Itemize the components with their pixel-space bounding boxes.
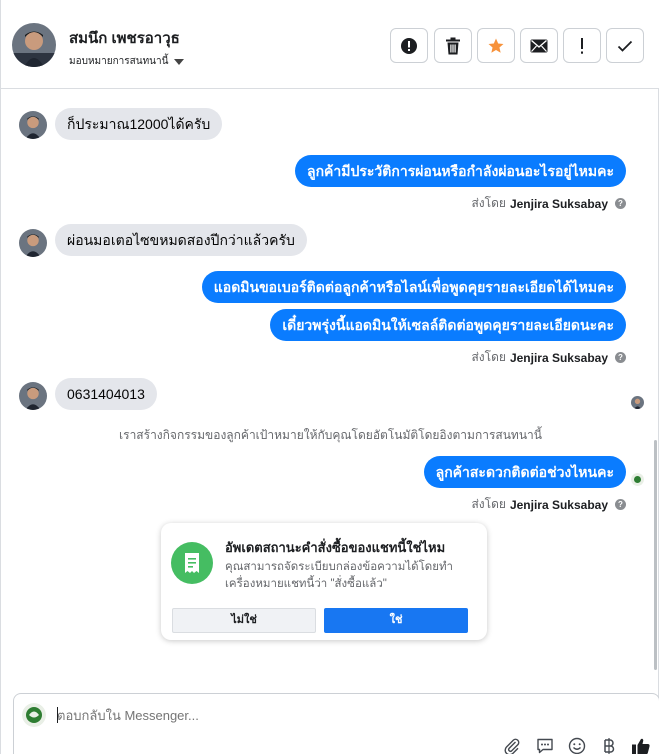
contact-avatar-small [19,111,47,139]
contact-name[interactable]: สมนึก เพชรอาวุธ [69,26,180,50]
sent-by-prefix: ส่งโดย [471,497,506,511]
message-incoming[interactable]: ก็ประมาณ12000ได้ครับ [55,108,223,140]
delete-button[interactable] [434,28,472,63]
yes-button[interactable]: ใช่ [324,608,468,633]
clipped-message-edge [561,86,621,90]
page-avatar [22,703,46,727]
reply-input[interactable] [57,708,557,723]
system-note: เราสร้างกิจกรรมของลูกค้าเป้าหมายให้กับคุ… [119,428,542,442]
thumbs-up-icon [632,738,650,754]
page-seen-avatar [631,473,644,486]
sent-by-name: Jenjira Suksabay [509,497,608,512]
card-title: อัพเดตสถานะคำสั่งซื้อของแชทนี้ใช่ไหม [225,540,446,555]
baht-icon [604,738,615,754]
saved-reply-icon [537,738,553,754]
follow-up-button[interactable] [563,28,601,63]
assign-label: มอบหมายการสนทนานี้ [69,56,169,67]
message-outgoing[interactable]: ลูกค้าสะดวกติดต่อช่วงไหนคะ [423,456,626,488]
caret-down-icon [174,58,185,65]
sent-by-label: ส่งโดย Jenjira Suksabay ? [471,495,626,514]
seen-avatar [631,396,644,409]
message-outgoing[interactable]: ลูกค้ามีประวัติการผ่อนหรือกำลังผ่อนอะไรอ… [294,155,626,187]
sent-by-name: Jenjira Suksabay [509,196,608,211]
alert-circle-icon [401,37,417,54]
done-button[interactable] [606,28,644,63]
attach-button[interactable] [501,736,523,754]
sent-by-label: ส่งโดย Jenjira Suksabay ? [471,194,626,213]
emoji-icon [568,737,586,754]
mark-unread-button[interactable] [520,28,558,63]
sent-by-name: Jenjira Suksabay [509,350,608,365]
card-description: คุณสามารถจัดระเบียบกล่องข้อความได้โดยทำเ… [225,561,454,590]
reply-composer [13,693,659,754]
checkmark-icon [617,40,633,52]
sent-by-label: ส่งโดย Jenjira Suksabay ? [471,348,626,367]
scrollbar[interactable] [654,440,657,670]
mark-spam-button[interactable] [390,28,428,63]
message-outgoing[interactable]: แอดมินขอเบอร์ติดต่อลูกค้าหรือไลน์เพื่อพู… [201,271,626,303]
message-outgoing[interactable]: เดี๋ยวพรุ่งนี้แอดมินให้เซลล์ติดต่อพูดคุย… [270,309,626,341]
contact-avatar-small [19,229,47,257]
conversation-pane: สมนึก เพชรอาวุธ มอบหมายการสนทนานี้ ก็ประ… [0,0,659,754]
emoji-button[interactable] [566,736,588,754]
help-icon[interactable]: ? [615,499,626,510]
help-icon[interactable]: ? [615,352,626,363]
sent-by-prefix: ส่งโดย [471,196,506,210]
contact-avatar[interactable] [12,23,56,67]
message-incoming[interactable]: 0631404013 [55,378,157,410]
paperclip-icon [504,738,520,754]
like-button[interactable] [630,736,652,754]
star-icon [488,38,504,53]
help-icon[interactable]: ? [615,198,626,209]
contact-avatar-small [19,382,47,410]
no-button[interactable]: ไม่ใช่ [172,608,316,633]
payment-button[interactable] [598,736,620,754]
receipt-icon [171,542,213,584]
envelope-icon [530,39,548,52]
saved-reply-button[interactable] [534,736,556,754]
trash-icon [446,37,460,54]
star-button[interactable] [477,28,515,63]
exclamation-icon [581,37,583,54]
assign-conversation-dropdown[interactable]: มอบหมายการสนทนานี้ [69,54,185,69]
message-incoming[interactable]: ผ่อนมอเตอไซขหมดสองปีกว่าแล้วครับ [55,224,307,256]
sent-by-prefix: ส่งโดย [471,350,506,364]
conversation-header: สมนึก เพชรอาวุธ มอบหมายการสนทนานี้ [1,0,659,89]
order-status-prompt-card: อัพเดตสถานะคำสั่งซื้อของแชทนี้ใช่ไหม คุณ… [161,523,487,640]
